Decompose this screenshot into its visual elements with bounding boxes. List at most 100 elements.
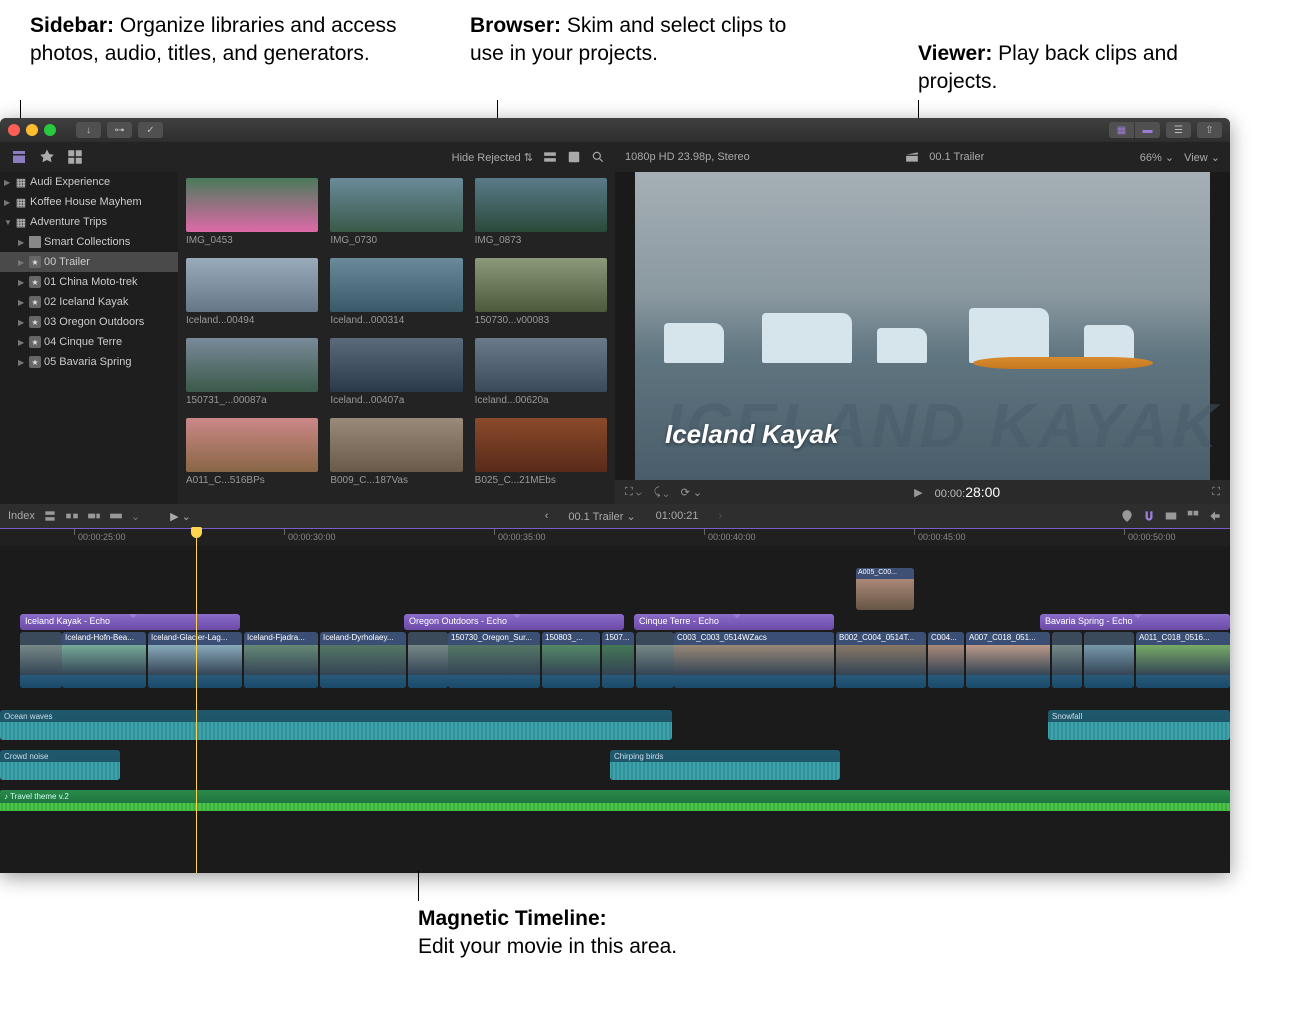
connect-clip-icon[interactable]	[43, 509, 57, 523]
disclosure-triangle-icon[interactable]: ▶	[4, 198, 12, 207]
audio-clip[interactable]: Snowfall	[1048, 710, 1230, 740]
audio-clip[interactable]: Ocean waves	[0, 710, 672, 740]
title-clip[interactable]: Iceland Kayak - Echo	[20, 614, 240, 630]
zoom-menu[interactable]: 66% ⌄	[1140, 151, 1174, 164]
timeline-toggle-button[interactable]: ▬	[1135, 122, 1160, 138]
sidebar-item[interactable]: ▼▦Adventure Trips	[0, 212, 178, 232]
sidebar-item[interactable]: ▶▦Audi Experience	[0, 172, 178, 192]
timeline-history-forward[interactable]: ›	[719, 510, 723, 522]
inspector-button[interactable]: ☰	[1166, 122, 1191, 138]
timeline-project-menu[interactable]: 00.1 Trailer ⌄	[568, 510, 635, 523]
sidebar-item[interactable]: ▶★02 Iceland Kayak	[0, 292, 178, 312]
video-clip[interactable]: C004...	[928, 632, 964, 688]
browser-toggle-button[interactable]: ▦	[1109, 122, 1134, 138]
browser-clip[interactable]: IMG_0730	[330, 178, 462, 246]
browser-clip[interactable]: B009_C...187Vas	[330, 418, 462, 486]
video-clip[interactable]: Iceland-Fjadra...	[244, 632, 318, 688]
playhead[interactable]	[196, 528, 197, 873]
video-clip[interactable]: Iceland-Dyrholaey...	[320, 632, 406, 688]
video-clip[interactable]: A011_C018_0516...	[1136, 632, 1230, 688]
browser-clip[interactable]: Iceland...00407a	[330, 338, 462, 406]
background-tasks-button[interactable]: ✓	[138, 122, 163, 138]
photos-audio-icon[interactable]	[38, 148, 56, 166]
disclosure-triangle-icon[interactable]: ▶	[18, 238, 26, 247]
fullscreen-window-button[interactable]	[44, 124, 56, 136]
close-window-button[interactable]	[8, 124, 20, 136]
disclosure-triangle-icon[interactable]: ▶	[18, 298, 26, 307]
disclosure-triangle-icon[interactable]: ▶	[18, 278, 26, 287]
sidebar-item[interactable]: ▶★04 Cinque Terre	[0, 332, 178, 352]
library-sidebar-icon[interactable]	[10, 148, 28, 166]
solo-icon[interactable]	[1120, 509, 1134, 523]
enhance-menu[interactable]: ⟳ ⌄	[681, 486, 703, 499]
title-clip[interactable]: Bavaria Spring - Echo	[1040, 614, 1230, 630]
disclosure-triangle-icon[interactable]: ▶	[4, 178, 12, 187]
keyword-button[interactable]: ⊶	[107, 122, 132, 138]
browser-clip[interactable]: 150731_...00087a	[186, 338, 318, 406]
share-button[interactable]: ⇧	[1197, 122, 1222, 138]
minimize-window-button[interactable]	[26, 124, 38, 136]
insert-clip-icon[interactable]	[65, 509, 79, 523]
video-clip[interactable]: C003_C003_0514WZacs	[674, 632, 834, 688]
browser-clip[interactable]: Iceland...00494	[186, 258, 318, 326]
title-clip[interactable]: Cinque Terre - Echo	[634, 614, 834, 630]
video-clip[interactable]: 150730_Oregon_Sur...	[448, 632, 540, 688]
append-clip-icon[interactable]	[87, 509, 101, 523]
view-menu[interactable]: View ⌄	[1184, 151, 1220, 164]
effects-browser-icon[interactable]	[1186, 509, 1200, 523]
audio-clip[interactable]: Crowd noise	[0, 750, 120, 780]
video-clip[interactable]: Iceland-Hofn-Bea...	[62, 632, 146, 688]
browser-clip[interactable]: B025_C...21MEbs	[475, 418, 607, 486]
index-button[interactable]: Index	[8, 510, 35, 522]
video-clip[interactable]: 150803_...	[542, 632, 600, 688]
disclosure-triangle-icon[interactable]: ▶	[18, 258, 26, 267]
transform-menu[interactable]: ⛶ ⌄	[625, 486, 642, 499]
skimming-icon[interactable]	[1076, 509, 1090, 523]
title-clip[interactable]: Oregon Outdoors - Echo	[404, 614, 624, 630]
sidebar-item[interactable]: ▶Smart Collections	[0, 232, 178, 252]
browser-clip[interactable]: IMG_0453	[186, 178, 318, 246]
video-clip[interactable]: B002_C004_0514T...	[836, 632, 926, 688]
connected-clip[interactable]: A005_C00...	[856, 568, 914, 610]
browser-clip[interactable]: 150730...v00083	[475, 258, 607, 326]
audio-clip[interactable]: Chirping birds	[610, 750, 840, 780]
list-view-icon[interactable]	[567, 150, 581, 164]
timeline-history-back[interactable]: ‹	[545, 510, 549, 522]
sidebar-item[interactable]: ▶★05 Bavaria Spring	[0, 352, 178, 372]
browser-clip[interactable]: A011_C...516BPs	[186, 418, 318, 486]
video-clip[interactable]: 1507...	[602, 632, 634, 688]
sidebar-item[interactable]: ▶★03 Oregon Outdoors	[0, 312, 178, 332]
clip-appearance-timeline-icon[interactable]	[1164, 509, 1178, 523]
disclosure-triangle-icon[interactable]: ▶	[18, 358, 26, 367]
video-clip[interactable]	[408, 632, 448, 688]
titles-generators-icon[interactable]	[66, 148, 84, 166]
clip-appearance-icon[interactable]	[543, 150, 557, 164]
disclosure-triangle-icon[interactable]: ▶	[18, 318, 26, 327]
play-button[interactable]: ▶	[914, 486, 922, 499]
import-button[interactable]: ↓	[76, 122, 101, 138]
viewer-canvas[interactable]: ICELAND KAYAK Iceland Kayak	[635, 172, 1210, 480]
sidebar-item[interactable]: ▶★01 China Moto-trek	[0, 272, 178, 292]
retime-menu[interactable]: ⤹ ⌄	[654, 486, 669, 499]
disclosure-triangle-icon[interactable]: ▶	[18, 338, 26, 347]
video-clip[interactable]	[636, 632, 674, 688]
search-icon[interactable]	[591, 150, 605, 164]
snapping-icon[interactable]	[1142, 509, 1156, 523]
timeline-ruler[interactable]: 00:00:25:0000:00:30:0000:00:35:0000:00:4…	[0, 528, 1230, 546]
video-clip[interactable]: A007_C018_051...	[966, 632, 1050, 688]
browser-clip[interactable]: Iceland...00620a	[475, 338, 607, 406]
magnetic-timeline[interactable]: 00:00:25:0000:00:30:0000:00:35:0000:00:4…	[0, 528, 1230, 873]
fullscreen-icon[interactable]: ⛶	[1212, 486, 1220, 499]
music-clip[interactable]: ♪ Travel theme v.2	[0, 790, 1230, 810]
overwrite-clip-icon[interactable]	[109, 509, 123, 523]
disclosure-triangle-icon[interactable]: ▼	[4, 218, 12, 227]
browser-clip[interactable]: IMG_0873	[475, 178, 607, 246]
video-clip[interactable]: Iceland-Glacier-Lag...	[148, 632, 242, 688]
video-clip[interactable]	[1084, 632, 1134, 688]
select-tool[interactable]: ▶ ⌄	[170, 510, 191, 523]
browser-clip[interactable]: Iceland...000314	[330, 258, 462, 326]
audio-skimming-icon[interactable]	[1098, 509, 1112, 523]
video-clip[interactable]	[20, 632, 62, 688]
sidebar-item[interactable]: ▶★00 Trailer	[0, 252, 178, 272]
transitions-browser-icon[interactable]	[1208, 509, 1222, 523]
